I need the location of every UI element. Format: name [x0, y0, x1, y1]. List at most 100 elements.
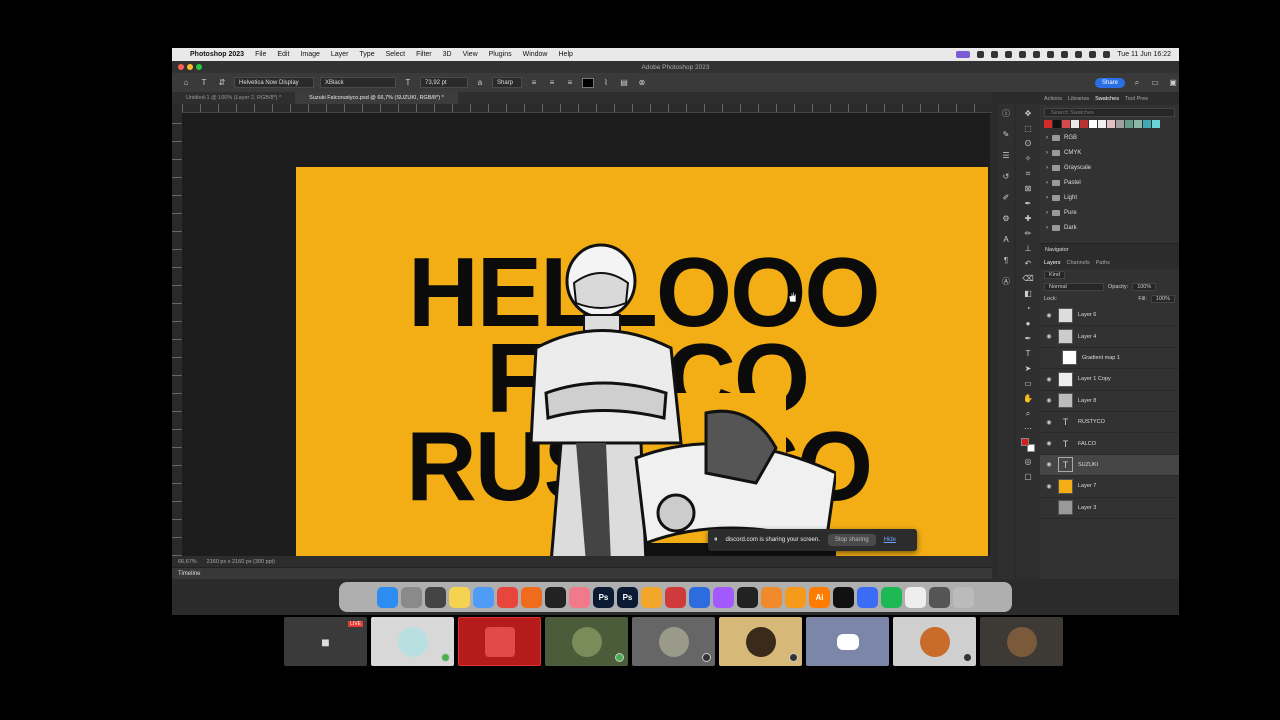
home-icon[interactable]: ⌂: [180, 77, 192, 88]
control-center-icon[interactable]: [1103, 51, 1111, 58]
menu-plugins[interactable]: Plugins: [489, 51, 512, 58]
dodge-tool-icon[interactable]: ●: [1022, 318, 1034, 329]
dock-notes-icon[interactable]: [449, 586, 470, 608]
paragraph-icon[interactable]: ¶: [1000, 255, 1012, 266]
menu-layer[interactable]: Layer: [331, 51, 349, 58]
properties-icon[interactable]: ⚙: [1000, 213, 1012, 224]
color-swatch[interactable]: [1080, 120, 1088, 128]
color-swatch[interactable]: [1053, 120, 1061, 128]
font-size-field[interactable]: 73,92 pt: [420, 77, 468, 88]
menu-3d[interactable]: 3D: [443, 51, 452, 58]
menu-select[interactable]: Select: [386, 51, 405, 58]
minimize-window-button[interactable]: [187, 64, 193, 70]
tab-tool-presets[interactable]: Tool Pres: [1125, 96, 1148, 102]
dock-notion-icon[interactable]: [833, 586, 854, 608]
dock-mission-control-icon[interactable]: [425, 586, 446, 608]
dock-finder-icon[interactable]: [377, 586, 398, 608]
tab-libraries[interactable]: Libraries: [1068, 96, 1089, 102]
magic-wand-icon[interactable]: ✧: [1022, 153, 1034, 164]
tab-suzuki[interactable]: Suzuki Falcorustyco.psd @ 66,7% (SUZUKI,…: [295, 92, 458, 104]
path-selection-icon[interactable]: ➤: [1022, 363, 1034, 374]
3d-icon[interactable]: ⊗: [636, 77, 648, 88]
dropbox-icon[interactable]: [1005, 51, 1013, 58]
text-color-swatch[interactable]: [582, 77, 594, 88]
layer-row-selected[interactable]: ◉ T SUZUKI: [1040, 454, 1179, 477]
move-tool-icon[interactable]: ✥: [1022, 108, 1034, 119]
layer-name[interactable]: Layer 8: [1078, 398, 1096, 404]
swatch-folder-pure[interactable]: › Pure: [1040, 205, 1179, 220]
frame-tool-icon[interactable]: ⊠: [1022, 183, 1034, 194]
warp-text-icon[interactable]: ⌇: [600, 77, 612, 88]
swatch-folder-grayscale[interactable]: › Grayscale: [1040, 160, 1179, 175]
dock-figma-icon[interactable]: [713, 586, 734, 608]
eyedropper-tool-icon[interactable]: ✒: [1022, 198, 1034, 209]
eye-icon[interactable]: ◉: [1045, 312, 1053, 319]
layer-row[interactable]: ◉ Layer 7: [1040, 476, 1179, 498]
layer-name[interactable]: SUZUKI: [1078, 462, 1098, 468]
layer-name[interactable]: Layer 4: [1078, 334, 1096, 340]
zoom-window-button[interactable]: [196, 64, 202, 70]
layer-row[interactable]: ◉ Layer 6: [1040, 305, 1179, 327]
swatch-folder-cmyk[interactable]: › CMYK: [1040, 145, 1179, 160]
info-icon[interactable]: ⓘ: [1000, 108, 1012, 119]
layer-row[interactable]: ◉ Layer 4: [1040, 326, 1179, 348]
swatch-folder-pastel[interactable]: › Pastel: [1040, 175, 1179, 190]
gradient-tool-icon[interactable]: ◧: [1022, 288, 1034, 299]
align-left-icon[interactable]: ≡: [528, 77, 540, 88]
layout-icon[interactable]: ▣: [1167, 77, 1179, 88]
menu-help[interactable]: Help: [559, 51, 573, 58]
dock-ps-icon[interactable]: Ps: [593, 586, 614, 608]
video-tile-self[interactable]: ■ LIVE: [284, 617, 367, 666]
layer-name[interactable]: Layer 1 Copy: [1078, 376, 1111, 382]
tab-layers[interactable]: Layers: [1044, 260, 1061, 266]
video-tile-user[interactable]: [893, 617, 976, 666]
zoom-tool-icon[interactable]: ⌕: [1022, 408, 1034, 419]
menu-edit[interactable]: Edit: [277, 51, 289, 58]
character-icon[interactable]: A: [1000, 234, 1012, 245]
zoom-level[interactable]: 66,67%: [178, 559, 197, 565]
hide-toast-link[interactable]: Hide: [884, 537, 896, 543]
close-window-button[interactable]: [178, 64, 184, 70]
eye-icon[interactable]: ◉: [1045, 333, 1053, 340]
video-tile-user[interactable]: [719, 617, 802, 666]
healing-brush-icon[interactable]: ✚: [1022, 213, 1034, 224]
color-swatch[interactable]: [1143, 120, 1151, 128]
dock-arc-icon[interactable]: [569, 586, 590, 608]
battery-icon[interactable]: [1061, 51, 1069, 58]
dock-launchpad-icon[interactable]: [401, 586, 422, 608]
font-style-select[interactable]: XBlack: [320, 77, 396, 88]
dock-documents-icon[interactable]: [905, 586, 926, 608]
layer-name[interactable]: Layer 3: [1078, 505, 1096, 511]
color-swatch[interactable]: [1062, 120, 1070, 128]
character-panel-icon[interactable]: ▤: [618, 77, 630, 88]
menu-view[interactable]: View: [463, 51, 478, 58]
eraser-tool-icon[interactable]: ⌫: [1022, 273, 1034, 284]
dock-blender-icon[interactable]: [761, 586, 782, 608]
color-swatches[interactable]: [1021, 438, 1035, 452]
artboard[interactable]: HELLOOO FALCO RUSTYCO: [296, 167, 988, 556]
orientation-icon[interactable]: ⇵: [216, 77, 228, 88]
dock-obsidian-icon[interactable]: [737, 586, 758, 608]
eye-icon[interactable]: ◉: [1045, 461, 1053, 468]
tab-paths[interactable]: Paths: [1096, 260, 1110, 266]
layer-name[interactable]: FALCO: [1078, 441, 1096, 447]
blur-tool-icon[interactable]: ◔: [1022, 303, 1034, 314]
color-swatch[interactable]: [1134, 120, 1142, 128]
opacity-field[interactable]: 100%: [1132, 283, 1157, 291]
hand-tool-icon[interactable]: ✋: [1022, 393, 1034, 404]
eye-icon[interactable]: ◉: [1045, 419, 1053, 426]
dock-spotify-icon[interactable]: [881, 586, 902, 608]
navigator-panel-title[interactable]: Navigator: [1040, 243, 1179, 256]
layer-row[interactable]: Layer 3: [1040, 498, 1179, 519]
canvas-area[interactable]: HELLOOO FALCO RUSTYCO: [182, 113, 990, 556]
video-tile-user[interactable]: [632, 617, 715, 666]
tab-actions[interactable]: Actions: [1044, 96, 1062, 102]
status-icon[interactable]: [977, 51, 985, 58]
workspace-icon[interactable]: ▭: [1149, 77, 1161, 88]
align-center-icon[interactable]: ≡: [546, 77, 558, 88]
eye-icon[interactable]: ◉: [1045, 483, 1053, 490]
eye-icon[interactable]: ◉: [1045, 440, 1053, 447]
search-icon[interactable]: ⌕: [1131, 77, 1143, 88]
crop-tool-icon[interactable]: ⌗: [1022, 168, 1034, 179]
dock-ps-icon[interactable]: Ps: [617, 586, 638, 608]
